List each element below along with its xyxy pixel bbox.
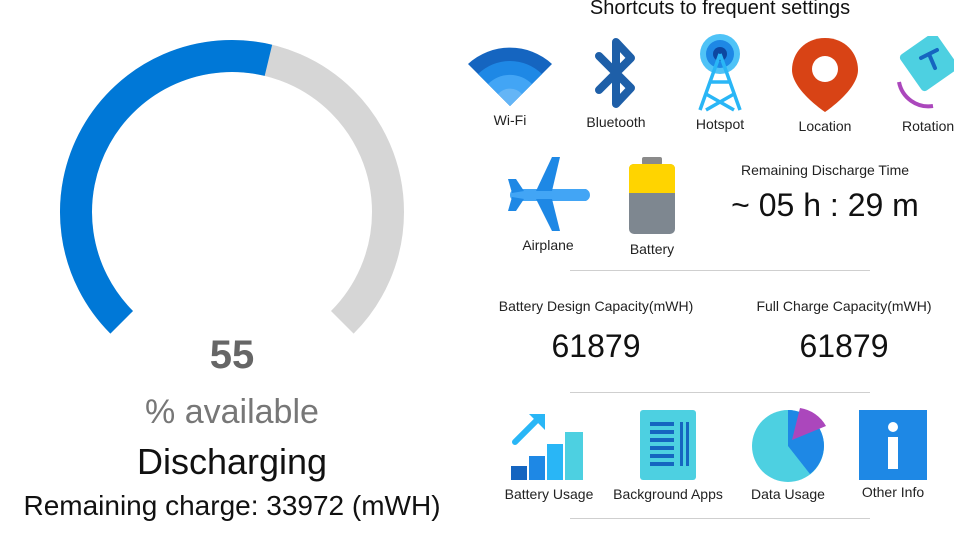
shortcut-label: Wi-Fi [493,112,527,128]
info-icon [859,410,927,480]
design-capacity-value: 61879 [551,328,641,364]
tool-label: Battery Usage [504,486,594,502]
remaining-charge: Remaining charge: 33972 (mWH) [23,490,441,521]
tool-other-info[interactable]: Other Info [848,410,938,500]
location-icon [792,38,858,112]
bluetooth-icon [595,38,635,108]
wifi-icon [468,47,552,106]
shortcut-label: Airplane [522,237,574,253]
shortcuts-title: Shortcuts to frequent settings [589,0,851,19]
full-capacity-label: Full Charge Capacity(mWH) [756,298,932,314]
shortcut-location[interactable]: Location [785,36,865,134]
divider [570,392,870,393]
divider [570,270,870,271]
tool-label: Background Apps [613,486,723,502]
gauge-fill [60,40,273,334]
background-apps-icon [640,410,696,480]
battery-percent: 55 [209,333,255,377]
hotspot-icon [698,34,742,112]
discharge-time-value: ~ 05 h : 29 m [731,187,919,223]
shortcut-label: Rotation [902,118,954,134]
data-usage-icon [752,408,826,482]
full-capacity-value: 61879 [799,328,889,364]
tool-label: Data Usage [751,486,825,502]
battery-icon [629,157,675,234]
battery-usage-icon [511,414,583,480]
shortcut-bluetooth[interactable]: Bluetooth [576,36,656,130]
shortcut-label: Hotspot [695,116,745,132]
shortcut-label: Battery [629,241,675,257]
shortcut-rotation[interactable]: Rotation [888,36,954,134]
shortcut-label: Bluetooth [586,114,646,130]
tool-background-apps[interactable]: Background Apps [606,408,730,502]
rotation-icon [897,36,954,109]
charging-status: Discharging [136,441,328,482]
shortcut-wifi[interactable]: Wi-Fi [460,40,560,128]
tool-label: Other Info [861,484,925,500]
available-label: % available [145,393,319,431]
shortcut-hotspot[interactable]: Hotspot [680,32,760,132]
design-capacity-label: Battery Design Capacity(mWH) [498,298,694,314]
tool-battery-usage[interactable]: Battery Usage [496,408,602,502]
shortcut-battery[interactable]: Battery [612,155,692,257]
airplane-icon [508,157,590,231]
divider [570,518,870,519]
tool-data-usage[interactable]: Data Usage [738,406,838,502]
shortcut-label: Location [798,118,852,134]
discharge-time-label: Remaining Discharge Time [740,162,910,178]
shortcut-airplane[interactable]: Airplane [500,155,596,253]
